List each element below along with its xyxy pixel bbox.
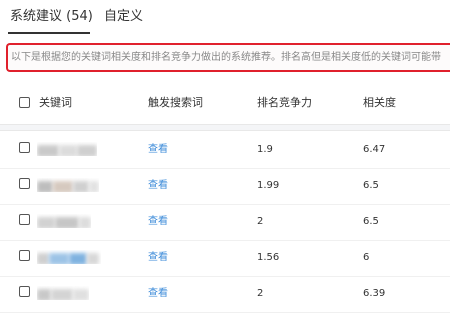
- column-header-relevance: 相关度: [363, 96, 396, 109]
- view-trigger-terms-link[interactable]: 查看: [148, 287, 168, 301]
- row-checkbox[interactable]: [19, 250, 30, 261]
- competitiveness-value: 1.9: [257, 144, 273, 155]
- view-trigger-terms-link[interactable]: 查看: [148, 215, 168, 229]
- column-header-keyword: 关键词: [39, 96, 72, 109]
- table-row: 查看 1.56 6: [0, 239, 450, 277]
- row-checkbox[interactable]: [19, 286, 30, 297]
- relevance-value: 6: [363, 252, 370, 263]
- table-divider: [0, 124, 450, 131]
- keyword-blurred: [37, 250, 101, 264]
- row-checkbox[interactable]: [19, 214, 30, 225]
- keyword-blurred: [37, 214, 91, 228]
- keyword-blurred: [37, 142, 97, 156]
- recommendation-notice-text: 以下是根据您的关键词相关度和排名竞争力做出的系统推荐。排名高但是相关度低的关键词…: [11, 52, 441, 63]
- relevance-value: 6.39: [363, 288, 386, 299]
- table-row: 查看 1.99 6.5: [0, 167, 450, 205]
- row-checkbox[interactable]: [19, 178, 30, 189]
- view-trigger-terms-link[interactable]: 查看: [148, 179, 168, 193]
- relevance-value: 6.47: [363, 144, 386, 155]
- recommendation-notice: 以下是根据您的关键词相关度和排名竞争力做出的系统推荐。排名高但是相关度低的关键词…: [6, 43, 450, 72]
- table-row: 查看 2 6.39: [0, 275, 450, 313]
- competitiveness-value: 1.56: [257, 252, 280, 263]
- tab-bar: 系统建议 (54) 自定义: [0, 0, 450, 34]
- table-row: 查看 1.9 6.47: [0, 131, 450, 169]
- select-all-checkbox[interactable]: [19, 97, 30, 108]
- row-checkbox[interactable]: [19, 142, 30, 153]
- relevance-value: 6.5: [363, 180, 379, 191]
- keyword-blurred: [37, 178, 99, 192]
- table-row: 查看 2 6.5: [0, 203, 450, 241]
- keyword-blurred: [37, 286, 89, 300]
- table-header: 关键词 触发搜索词 排名竞争力 相关度: [0, 82, 450, 122]
- active-tab-indicator: [8, 32, 90, 34]
- view-trigger-terms-link[interactable]: 查看: [148, 251, 168, 265]
- competitiveness-value: 2: [257, 216, 264, 227]
- view-trigger-terms-link[interactable]: 查看: [148, 143, 168, 157]
- column-header-competitiveness: 排名竞争力: [257, 96, 312, 109]
- relevance-value: 6.5: [363, 216, 379, 227]
- tab-custom[interactable]: 自定义: [104, 9, 143, 25]
- competitiveness-value: 1.99: [257, 180, 280, 191]
- competitiveness-value: 2: [257, 288, 264, 299]
- tab-system-suggestions[interactable]: 系统建议 (54): [10, 9, 93, 25]
- column-header-trigger-terms: 触发搜索词: [148, 96, 203, 109]
